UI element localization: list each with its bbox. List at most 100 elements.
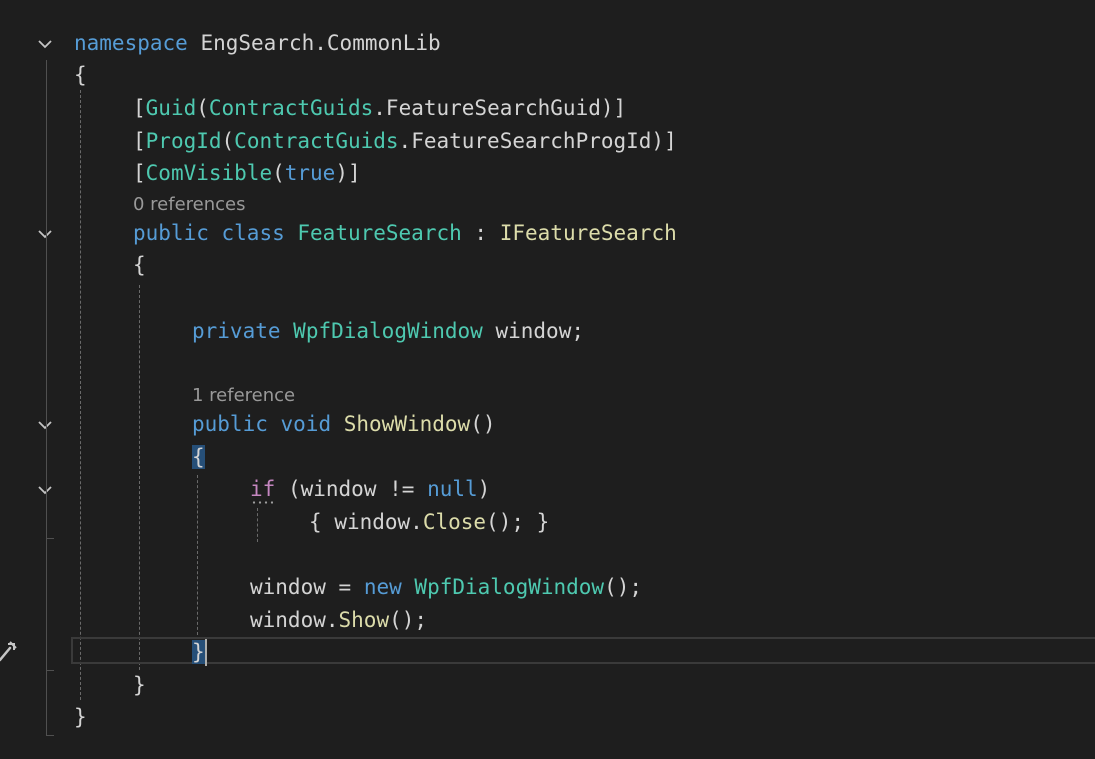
indent-guide-level4 [257,508,258,542]
close-brace: } [74,705,87,729]
open-brace: { [309,510,322,534]
rbracket: ] [347,161,361,185]
semicolon: ; [571,319,584,343]
indent-guide-level1 [80,90,81,700]
semicolon: ; [414,608,428,632]
rbracket: ] [664,129,677,153]
indent-guide-level2 [139,285,140,670]
assign-operator: = [338,575,352,599]
window-ref: window [250,608,326,632]
code-line-method-open[interactable]: { [192,442,205,472]
close-brace-highlighted: } [192,640,205,664]
if-keyword: if [250,477,276,501]
lparen: ( [196,96,209,120]
code-line-field-declaration[interactable]: private WpfDialogWindow window; [192,316,584,346]
code-line-method-close[interactable]: } [192,637,205,667]
semicolon: ; [511,510,524,534]
window-ref: window [250,575,326,599]
colon: : [474,221,488,245]
constructor-type: WpfDialogWindow [414,575,605,599]
new-keyword: new [363,575,402,599]
field-type: WpfDialogWindow [293,319,483,343]
codelens-method-references[interactable]: 1 reference [192,385,295,407]
text-cursor [205,639,207,666]
indent-guide-level3 [197,475,198,635]
contract-guids-class: ContractGuids [208,96,374,120]
dot: . [410,510,423,534]
code-line-close-call[interactable]: { window.Close(); } [309,507,549,537]
progid-attribute: ProgId [145,129,222,153]
open-brace: { [74,63,87,87]
semicolon: ; [629,575,643,599]
close-brace: } [133,673,146,697]
code-line-progid-attribute[interactable]: [ProgId(ContractGuids.FeatureSearchProgI… [133,126,677,156]
fold-chevron-class-icon[interactable] [36,225,54,243]
open-brace: { [133,253,146,277]
code-line-namespace-close[interactable]: } [74,702,87,732]
rparen: ) [477,477,491,501]
window-ref: window [334,510,411,534]
lbracket: [ [133,129,146,153]
contract-guids-class: ContractGuids [234,129,399,153]
fold-chevron-if-icon[interactable] [36,481,54,499]
private-keyword: private [192,319,281,343]
code-line-new-window[interactable]: window = new WpfDialogWindow(); [250,572,642,602]
class-keyword: class [221,221,285,245]
field-name: window [495,319,572,343]
window-ref: window [300,477,377,501]
fold-range-line-namespace [46,60,47,736]
rbracket: ] [613,96,627,120]
namespace-sub: CommonLib [326,31,441,55]
class-name: FeatureSearch [297,221,462,245]
fold-chevron-method-icon[interactable] [36,416,54,434]
open-brace-highlighted: { [192,445,205,469]
code-line-comvisible-attribute[interactable]: [ComVisible(true)] [133,158,361,188]
true-keyword: true [284,161,336,185]
lparen: ( [221,129,235,153]
parens: () [604,575,630,599]
code-line-namespace[interactable]: namespace EngSearch.CommonLib [74,28,441,58]
lparen: ( [287,477,301,501]
lightbulb-icon[interactable] [0,638,18,664]
code-line-guid-attribute[interactable]: [Guid(ContractGuids.FeatureSearchGuid)] [133,93,626,123]
lbracket: [ [133,96,146,120]
code-line-class-declaration[interactable]: public class FeatureSearch : IFeatureSea… [133,218,677,248]
parens: () [389,608,415,632]
code-editor[interactable]: namespace EngSearch.CommonLib { [Guid(Co… [0,0,1095,759]
method-name: ShowWindow [343,412,471,436]
rparen: ) [600,96,614,120]
namespace-dot: . [314,31,327,55]
suggestion-dots[interactable] [251,501,273,504]
rparen: ) [335,161,348,185]
code-line-if-statement[interactable]: if (window != null) [250,474,490,504]
public-keyword: public [133,221,209,245]
fold-chevron-namespace-icon[interactable] [36,35,54,53]
code-line-namespace-open[interactable]: { [74,60,87,90]
namespace-name: EngSearch [200,31,315,55]
public-keyword: public [192,412,268,436]
close-method: Close [422,510,487,534]
feature-search-guid: FeatureSearchGuid [385,96,601,120]
current-line-highlight [71,637,1095,664]
dot: . [398,129,412,153]
close-brace: } [536,510,550,534]
code-line-method-declaration[interactable]: public void ShowWindow() [192,409,495,439]
guid-attribute: Guid [145,96,197,120]
interface-name: IFeatureSearch [499,221,677,245]
code-line-class-close[interactable]: } [133,670,146,700]
feature-search-progid: FeatureSearchProgId [411,129,652,153]
fold-range-end-method [46,670,54,671]
code-line-class-open[interactable]: { [133,250,146,280]
parens: () [470,412,496,436]
show-method: Show [338,608,390,632]
comvisible-attribute: ComVisible [145,161,273,185]
not-equal-operator: != [389,477,415,501]
lparen: ( [272,161,285,185]
dot: . [325,608,339,632]
namespace-keyword: namespace [74,31,188,55]
codelens-class-references[interactable]: 0 references [133,194,246,216]
lbracket: [ [133,161,146,185]
code-line-show-call[interactable]: window.Show(); [250,605,427,635]
rparen: ) [651,129,665,153]
fold-range-end-if [46,538,54,539]
